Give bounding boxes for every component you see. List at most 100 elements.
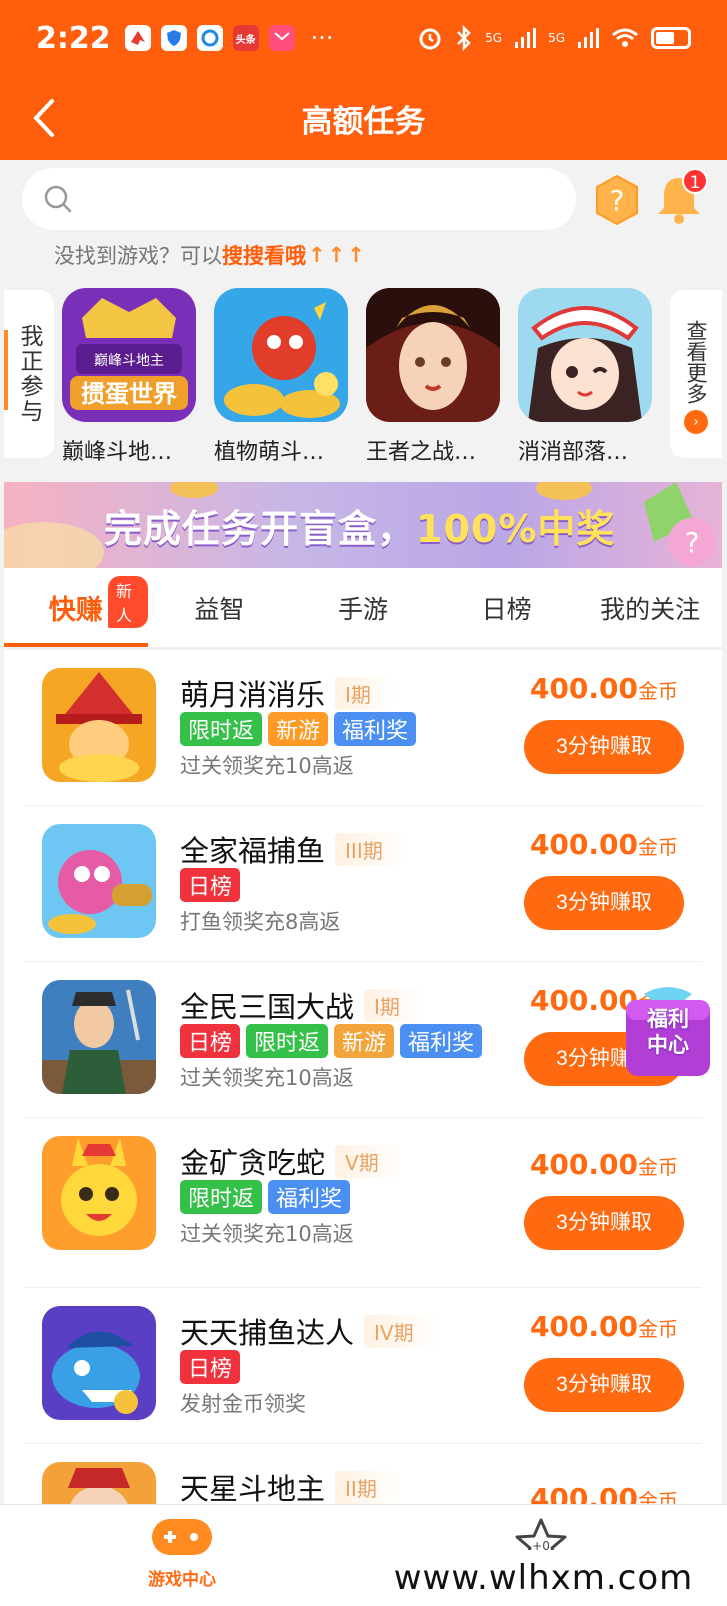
page-title: 高额任务 [301, 103, 426, 140]
earn-button[interactable]: 3分钟赚取 [524, 1358, 684, 1412]
search-hint-link[interactable]: 搜搜看哦 [222, 240, 306, 270]
task-reward: 400.00金币 [530, 1482, 678, 1504]
mail-app-icon [268, 25, 295, 51]
task-tags: 限时返 新游 福利奖 [180, 712, 417, 746]
signal-5g-2: 5G [548, 31, 565, 45]
status-time: 2:22 [36, 20, 111, 56]
task-row[interactable]: 全家福捕鱼 III期 日榜 打鱼领奖充8高返 400.00金币 3分钟赚取 [24, 806, 702, 962]
welfare-label: 福利 中心 [632, 1006, 704, 1058]
tag: 福利奖 [334, 712, 417, 746]
nav-game-center[interactable]: 游戏中心 [140, 1515, 224, 1590]
task-game-icon [42, 1306, 156, 1420]
task-row[interactable]: 天天捕鱼达人 IV期 日榜 发射金币领奖 400.00金币 3分钟赚取 [24, 1288, 702, 1444]
task-title: 全民三国大战 I期 [180, 984, 424, 1026]
reward-amount: 400.00 [529, 1310, 638, 1343]
task-game-icon [42, 824, 156, 938]
task-period: II期 [335, 1470, 401, 1504]
game-icon-kings [366, 288, 500, 422]
signal-icon-2 [578, 28, 599, 48]
earn-button[interactable]: 3分钟赚取 [524, 876, 684, 930]
more-notifications: ··· [310, 24, 334, 52]
task-desc: 过关领奖充10高返 [180, 1066, 354, 1090]
signal-5g-1: 5G [485, 31, 503, 45]
task-tags: 日榜 [180, 1350, 241, 1384]
help-icon[interactable]: ? [594, 174, 640, 226]
task-list: 萌月消消乐 I期 限时返 新游 福利奖 过关领奖充10高返 400.00金币 3分… [4, 650, 722, 1504]
banner-text-main: 完成任务开盲盒， [104, 507, 417, 551]
game-card[interactable]: 巅峰斗地主 掼蛋世界 巅峰斗地… [62, 288, 196, 466]
task-period: IV期 [364, 1314, 438, 1348]
search-input[interactable] [84, 186, 544, 212]
earn-button[interactable]: 3分钟赚取 [524, 1196, 684, 1250]
browser-app-icon [196, 25, 223, 51]
tag: 福利奖 [268, 1180, 351, 1214]
welfare-line2: 中心 [647, 1033, 689, 1057]
task-period: V期 [335, 1144, 403, 1178]
tag: 新游 [334, 1024, 395, 1058]
svg-text:?: ? [685, 526, 700, 559]
notification-badge: 1 [682, 168, 708, 194]
tag: 日榜 [180, 1350, 241, 1384]
tab-shouyou[interactable]: 手游 [291, 568, 435, 647]
game-card[interactable]: 消消部落… [518, 288, 652, 466]
toutiao-app-icon: 头条 [232, 25, 259, 51]
reward-amount: 400.00 [529, 1148, 638, 1181]
game-icon-xiaoxiao [518, 288, 652, 422]
task-row[interactable]: 全民三国大战I期 日榜 限时返 新游 福利奖 过关领奖充10高返 400.00金… [24, 962, 702, 1118]
task-game-icon [42, 668, 156, 782]
reward-amount: 400.00 [529, 1482, 638, 1504]
task-reward: 400.00金币 [530, 1148, 678, 1181]
tab-label: 益智 [194, 594, 245, 624]
task-row[interactable]: 金矿贪吃蛇 V期 限时返 福利奖 过关领奖充10高返 400.00金币 3分钟赚取 [24, 1118, 702, 1288]
task-title-text: 天星斗地主 [180, 1472, 326, 1504]
joined-tab[interactable]: 我正参与 [4, 290, 54, 458]
game-card[interactable]: 植物萌斗… [214, 288, 348, 466]
game-name: 植物萌斗… [214, 440, 325, 465]
tab-ribang[interactable]: 日榜 [435, 568, 579, 647]
task-reward: 400.00金币 [530, 1310, 678, 1343]
app-icon-a [124, 25, 151, 51]
shield-app-icon [160, 25, 187, 51]
nav-game-center-label: 游戏中心 [148, 1570, 216, 1590]
battery-icon [651, 27, 691, 49]
search-bar[interactable] [22, 168, 576, 230]
tab-following[interactable]: 我的关注 [578, 568, 722, 647]
status-indicators: 5G 5G [417, 25, 691, 51]
search-hint: 没找到游戏？可以 搜搜看哦 ↑↑↑ [54, 240, 367, 270]
task-row[interactable]: 天星斗地主 II期 400.00金币 [24, 1444, 702, 1504]
task-game-icon [42, 1136, 156, 1250]
category-tabs: 快赚 新人 益智 手游 日榜 我的关注 [4, 568, 722, 648]
task-desc: 过关领奖充10高返 [180, 1222, 354, 1246]
blind-box-banner[interactable]: ? 完成任务开盲盒，100%中奖 [4, 482, 722, 568]
task-desc: 打鱼领奖充8高返 [180, 910, 341, 934]
tab-yizhi[interactable]: 益智 [148, 568, 292, 647]
task-row[interactable]: 萌月消消乐 I期 限时返 新游 福利奖 过关领奖充10高返 400.00金币 3分… [24, 650, 702, 806]
tag: 日榜 [180, 868, 241, 902]
task-desc: 发射金币领奖 [180, 1392, 306, 1416]
task-desc: 过关领奖充10高返 [180, 754, 354, 778]
welfare-center-button[interactable]: 福利 中心 [622, 984, 714, 1080]
bluetooth-icon [457, 25, 471, 51]
reward-amount: 400.00 [529, 672, 638, 705]
task-period: I期 [335, 676, 395, 710]
tab-label: 我的关注 [600, 594, 701, 624]
back-button[interactable] [22, 94, 66, 142]
task-reward: 400.00金币 [530, 828, 678, 861]
game-icon-doudizhu: 巅峰斗地主 掼蛋世界 [62, 288, 196, 422]
game-card[interactable]: 王者之战… [366, 288, 500, 466]
earn-button[interactable]: 3分钟赚取 [524, 720, 684, 774]
task-title-text: 金矿贪吃蛇 [180, 1146, 326, 1180]
see-more-button[interactable]: 查看更多 › [670, 290, 722, 458]
tab-kuaizhuan[interactable]: 快赚 新人 [4, 568, 148, 647]
task-tags: 限时返 福利奖 [180, 1180, 351, 1214]
task-title: 全家福捕鱼 III期 [180, 828, 407, 870]
task-title-text: 全家福捕鱼 [180, 834, 326, 868]
search-icon [44, 185, 72, 213]
status-bar: 2:22 头条 ··· 5G 5G [0, 0, 727, 76]
task-title-text: 全民三国大战 [180, 990, 355, 1024]
tag: 日榜 [180, 1024, 241, 1058]
watermark: www.wlhxm.com [360, 1550, 727, 1606]
signal-icon [515, 28, 537, 48]
game-name: 消消部落… [518, 440, 629, 465]
tag: 新游 [268, 712, 329, 746]
